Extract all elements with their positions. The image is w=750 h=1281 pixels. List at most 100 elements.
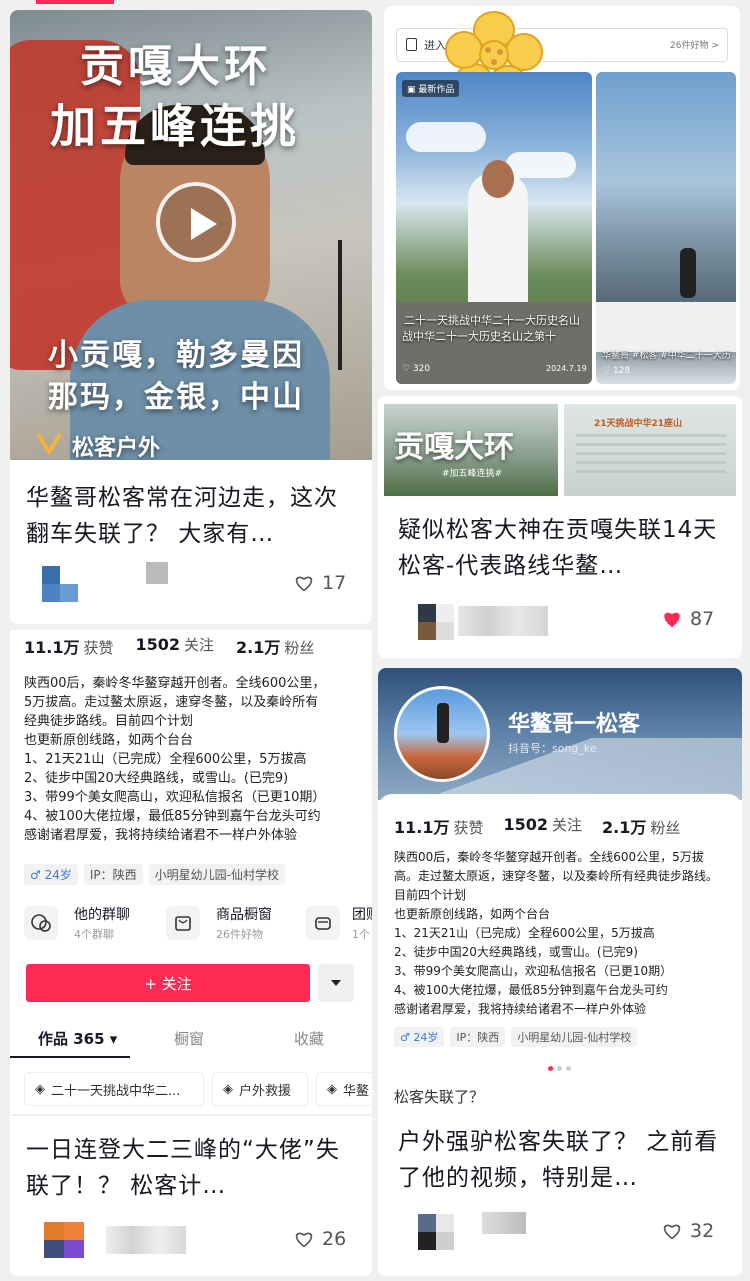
username-blurred xyxy=(106,1226,186,1254)
collection-label: 二十一天挑战中华二... xyxy=(51,1083,181,1099)
stat-following[interactable]: 1502 关注 xyxy=(136,634,215,658)
caret-down-icon xyxy=(331,980,341,986)
profile-tags: ♂ 24岁 IP：陕西 小明星幼儿园-仙村学校 xyxy=(24,864,291,885)
overlay-title-line2: 加五峰连挑 xyxy=(50,99,300,153)
collection-pill[interactable]: ◈ 户外救援 xyxy=(212,1072,308,1106)
thumb1-caption-2: 战中华二十一大历史名山之第十 xyxy=(402,330,556,343)
heart-filled-icon xyxy=(664,612,680,628)
platform-shape xyxy=(596,302,736,352)
video-thumbnail[interactable]: 贡嘎大环 加五峰连挑 小贡嘎，勒多曼因 那玛，金银，中山 松客户外 xyxy=(10,10,372,460)
work-thumbnail-1[interactable]: ▣ 最新作品 二十一天挑战中华二十一大历史名山 战中华二十一大历史名山之第十 ♡… xyxy=(396,72,592,384)
thumb2-likes: ♡ 128 xyxy=(602,366,631,376)
dot xyxy=(557,1066,562,1071)
stat-followers[interactable]: 2.1万 粉丝 xyxy=(602,814,680,838)
group-buy-icon xyxy=(306,906,340,940)
profile-screenshot-top-right[interactable]: 进入 26件好物 > ▣ 最新作品 二十一天挑战中华二十一大历史名山 战中华二十… xyxy=(384,6,740,390)
post-subtitle: 松客失联了？ xyxy=(394,1088,485,1106)
bio-line: 陕西00后，秦岭冬华鳌穿越开创者。全线600公里，5万拔 xyxy=(394,850,704,864)
news-thumbnail-2[interactable]: 21天挑战中华21座山 xyxy=(564,404,736,496)
douyin-id: 抖音号：song_ke xyxy=(508,742,597,755)
stat-followers[interactable]: 2.1万 粉丝 xyxy=(236,634,314,658)
overlay-subtitle-line2: 那玛，金银，中山 xyxy=(48,380,304,415)
bio-line: 感谢诸君厚爱，我将持续给诸君不一样户外体验 xyxy=(24,828,298,843)
tab-window[interactable]: 橱窗 xyxy=(174,1028,204,1049)
tab-underline xyxy=(10,1056,130,1058)
collection-pill[interactable]: ◈ 华鳌 xyxy=(316,1072,372,1106)
stat-likes-value: 11.1万 xyxy=(394,818,450,837)
dot-active xyxy=(548,1066,553,1071)
post-card-bottom-left[interactable]: 一日连登大二三峰的“大佬”失联了！？ 松客计… 26 xyxy=(10,1116,372,1276)
post-card-top-left[interactable]: 贡嘎大环 加五峰连挑 小贡嘎，勒多曼因 那玛，金银，中山 松客户外 华鳌哥松客常… xyxy=(10,10,372,624)
like-count[interactable]: 17 xyxy=(294,572,346,594)
stack-icon: ◈ xyxy=(223,1081,233,1097)
post-card-mid-right[interactable]: 贡嘎大环 #加五峰连挑# 21天挑战中华21座山 疑似松客大神在贡嘎失联14天 … xyxy=(378,396,742,658)
tag-age: ♂ 24岁 xyxy=(394,1027,445,1047)
thumb1-title: 贡嘎大环 xyxy=(394,430,514,465)
feature-group-chat[interactable]: 他的群聊 4个群聊 xyxy=(24,902,164,946)
tab-favorites[interactable]: 收藏 xyxy=(294,1028,324,1049)
like-count[interactable]: 32 xyxy=(662,1220,714,1242)
watermark-text: 松客户外 xyxy=(72,436,161,460)
profile-screenshot-left: 11.1万 获赞 1502 关注 2.1万 粉丝 陕西00后，秦岭冬华鳌穿越开创者。全… xyxy=(10,630,372,1084)
tag-ip: IP：陕西 xyxy=(83,864,143,885)
feature-sub: 4个群聊 xyxy=(74,928,114,941)
play-icon[interactable] xyxy=(156,182,236,262)
collection-label: 华鳌 xyxy=(343,1083,370,1099)
bio-line: 5万拔高。走过鳌太原返，速穿冬鳌，以及秦岭所有 xyxy=(24,695,319,710)
cloud-shape-2 xyxy=(506,152,576,178)
badge-text: 最新作品 xyxy=(418,85,455,95)
bio-line: 也更新原创线路，如两个台台 xyxy=(394,907,551,921)
bio-line: 2、徒步中国20大经典路线，或雪山。(已完9) xyxy=(394,945,638,959)
like-count[interactable]: 26 xyxy=(294,1228,346,1250)
feature-group-buy[interactable]: 团购 1个 xyxy=(306,902,372,946)
feature-title: 他的群聊 xyxy=(74,907,130,923)
bio-line: 4、被100大佬拉爆，最低85分钟到嘉午台龙头可约 xyxy=(24,809,321,824)
heart-outline-icon xyxy=(295,576,313,592)
bookmark-icon xyxy=(406,38,417,51)
work-thumbnail-2[interactable]: 华鳌哥 #松客 #中华二十一大历 ♡ 128 xyxy=(596,72,736,384)
bio-line: 也更新原创线路，如两个台台 xyxy=(24,733,194,748)
bio-line: 感谢诸君厚爱，我将持续给诸君不一样户外体验 xyxy=(394,1002,647,1016)
profile-screenshot-right[interactable]: 华鳌哥一松客 抖音号：song_ke 11.1万 获赞 1502 关注 2.1万 粉丝… xyxy=(378,668,742,1276)
bio-line: 陕西00后，秦岭冬华鳌穿越开创者。全线600公里， xyxy=(24,676,326,691)
profile-stats: 11.1万 获赞 1502 关注 2.1万 粉丝 xyxy=(24,634,314,658)
tag-school: 小明星幼儿园-仙村学校 xyxy=(511,1027,638,1047)
thumb2-text: 21天挑战中华21座山 xyxy=(594,419,683,429)
like-count-value: 32 xyxy=(690,1220,715,1242)
avatar-blurred xyxy=(418,604,454,640)
like-count[interactable]: 87 xyxy=(662,608,714,630)
thumb1-tag: #加五峰连挑# xyxy=(442,469,503,479)
stack-icon: ◈ xyxy=(327,1081,337,1097)
feature-shop-window[interactable]: 商品橱窗 26件好物 xyxy=(166,902,306,946)
collection-label: 户外救援 xyxy=(239,1083,292,1099)
thumb2-body xyxy=(576,434,726,474)
like-count-value: 87 xyxy=(690,608,715,630)
post-title[interactable]: 疑似松客大神在贡嘎失联14天 松客-代表路线华鳌… xyxy=(398,512,728,584)
thumb1-date: 2024.7.19 xyxy=(546,364,587,373)
post-title[interactable]: 一日连登大二三峰的“大佬”失联了！？ 松客计… xyxy=(26,1132,356,1204)
more-dropdown-button[interactable] xyxy=(318,964,354,1002)
post-title[interactable]: 华鳌哥松客常在河边走，这次翻车失联了？ 大家有… xyxy=(26,480,356,552)
tab-works[interactable]: 作品 365 ▾ xyxy=(38,1028,117,1049)
tab-works-label: 作品 365 ▾ xyxy=(38,1030,118,1048)
overlay-title-line1: 贡嘎大环 xyxy=(80,41,272,92)
heart-outline-icon xyxy=(295,1232,313,1248)
shop-link[interactable]: 26件好物 > xyxy=(670,38,719,51)
post-title[interactable]: 户外强驴松客失联了？ 之前看了他的视频，特别是… xyxy=(398,1124,728,1196)
stat-likes[interactable]: 11.1万 获赞 xyxy=(394,814,484,838)
feature-title: 团购 xyxy=(352,907,372,923)
bio-line: 经典徒步路线。目前四个计划 xyxy=(24,714,194,729)
avatar[interactable] xyxy=(394,686,490,782)
stat-likes[interactable]: 11.1万 获赞 xyxy=(24,634,114,658)
stat-following[interactable]: 1502 关注 xyxy=(504,814,583,838)
news-thumbnail-1[interactable]: 贡嘎大环 #加五峰连挑# xyxy=(384,404,558,496)
avatar-blurred xyxy=(42,566,78,602)
feature-sub: 1个 xyxy=(352,928,370,941)
thumb2-likes-value: 128 xyxy=(612,366,631,376)
like-count-value: 17 xyxy=(322,572,347,594)
chat-icon xyxy=(24,906,58,940)
cloud-shape xyxy=(406,122,486,152)
follow-button[interactable]: + 关注 xyxy=(26,964,310,1002)
collection-pill[interactable]: ◈ 二十一天挑战中华二... xyxy=(24,1072,204,1106)
tag-ip: IP：陕西 xyxy=(450,1027,506,1047)
